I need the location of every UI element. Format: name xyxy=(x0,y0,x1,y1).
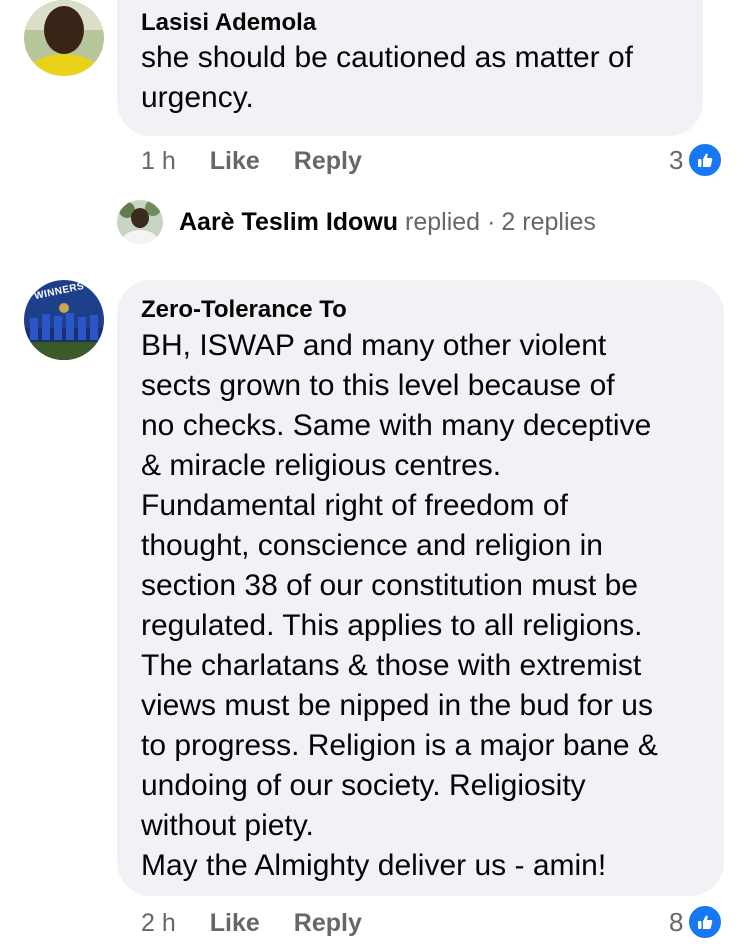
comment-text-line: without piety. xyxy=(141,809,314,842)
comment-text-line: section 38 of our constitution must be xyxy=(141,569,638,602)
view-replies-link[interactable]: Aarè Teslim Idowu replied · 2 replies xyxy=(117,200,596,244)
comment-timestamp[interactable]: 2 h xyxy=(141,909,176,938)
reaction-summary[interactable]: 8 xyxy=(669,904,724,940)
comment-author-avatar[interactable]: WINNERS xyxy=(24,280,104,360)
comment-text-line: sects grown to this level because of xyxy=(141,369,615,402)
reaction-count: 8 xyxy=(669,906,684,937)
reaction-summary[interactable]: 3 xyxy=(669,142,724,178)
comment-text-line: no checks. Same with many deceptive xyxy=(141,409,652,442)
like-button[interactable]: Like xyxy=(210,909,260,938)
reply-button[interactable]: Reply xyxy=(294,909,362,938)
comment-text: she should be cautioned as matter of urg… xyxy=(141,38,679,118)
comment-bubble: Zero-Tolerance To BH, ISWAP and many oth… xyxy=(117,280,724,896)
comment-text-line: The charlatans & those with extremist xyxy=(141,649,642,682)
comment-text-line: & miracle religious centres. xyxy=(141,449,502,482)
comment-text: BH, ISWAP and many other violent sects g… xyxy=(141,326,700,886)
comment-text-line: Fundamental right of freedom of xyxy=(141,489,568,522)
comment-text-line: undoing of our society. Religiosity xyxy=(141,769,586,802)
comment-author-name[interactable]: Lasisi Ademola xyxy=(141,8,679,38)
reply-count: 2 replies xyxy=(501,207,596,236)
reaction-count: 3 xyxy=(669,144,684,175)
reply-author-name: Aarè Teslim Idowu xyxy=(179,207,399,236)
comment-text-line: May the Almighty deliver us - amin! xyxy=(141,849,607,882)
comment-bubble: Lasisi Ademola she should be cautioned a… xyxy=(117,0,703,136)
comment-author-avatar[interactable] xyxy=(24,0,104,76)
comment-text-line: to progress. Religion is a major bane & xyxy=(141,729,658,762)
comment-text-line: BH, ISWAP and many other violent xyxy=(141,329,607,362)
reply-button[interactable]: Reply xyxy=(294,147,362,176)
comment-text-line: urgency. xyxy=(141,81,254,114)
comment-text-line: thought, conscience and religion in xyxy=(141,529,603,562)
comment-text-line: she should be cautioned as matter of xyxy=(141,41,633,74)
comment-timestamp[interactable]: 1 h xyxy=(141,147,176,176)
avatar-photo xyxy=(24,0,104,76)
thumbs-up-icon xyxy=(687,904,724,940)
comment-actions: 1 h Like Reply xyxy=(141,141,396,181)
comment-actions: 2 h Like Reply xyxy=(141,903,396,943)
thumbs-up-icon xyxy=(687,142,724,178)
reply-author-avatar xyxy=(117,200,163,244)
reply-verb: replied xyxy=(405,207,481,236)
reply-separator: · xyxy=(487,207,496,236)
like-button[interactable]: Like xyxy=(210,147,260,176)
comment-text-line: views must be nipped in the bud for us xyxy=(141,689,653,722)
comment-text-line: regulated. This applies to all religions… xyxy=(141,609,643,642)
comment-author-name[interactable]: Zero-Tolerance To xyxy=(141,295,700,325)
